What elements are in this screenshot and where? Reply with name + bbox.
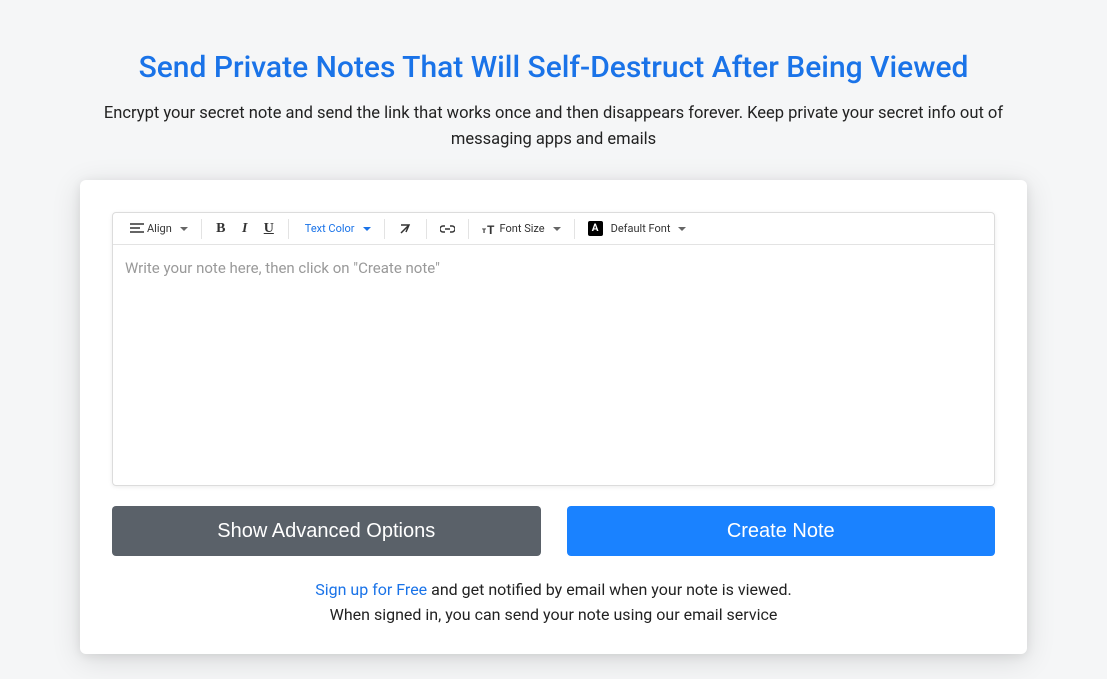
font-size-button[interactable]: тT Font Size bbox=[476, 217, 567, 241]
toolbar-separator bbox=[384, 219, 385, 239]
svg-text:T: T bbox=[487, 223, 495, 235]
editor-card: Align B I U bbox=[80, 180, 1027, 654]
chevron-down-icon bbox=[363, 227, 371, 231]
page-title: Send Private Notes That Will Self-Destru… bbox=[80, 50, 1027, 85]
editor-toolbar: Align B I U bbox=[113, 213, 994, 245]
link-button[interactable] bbox=[434, 217, 461, 241]
chevron-down-icon bbox=[678, 227, 686, 231]
footer-text: Sign up for Free and get notified by ema… bbox=[112, 578, 995, 628]
underline-button[interactable]: U bbox=[257, 217, 281, 241]
align-label: Align bbox=[147, 222, 172, 235]
footer-line-2: When signed in, you can send your note u… bbox=[330, 605, 778, 624]
chevron-down-icon bbox=[180, 227, 188, 231]
font-size-icon: тT bbox=[482, 221, 497, 236]
toolbar-separator bbox=[426, 219, 427, 239]
default-font-button[interactable]: A Default Font bbox=[582, 217, 693, 241]
toolbar-separator bbox=[201, 219, 202, 239]
text-color-label: Text Color bbox=[305, 222, 355, 235]
toolbar-separator bbox=[288, 219, 289, 239]
font-size-label: Font Size bbox=[500, 222, 545, 235]
italic-icon: I bbox=[242, 221, 247, 237]
underline-icon: U bbox=[264, 221, 274, 237]
note-textarea[interactable]: Write your note here, then click on "Cre… bbox=[113, 245, 994, 485]
text-color-button[interactable]: Text Color bbox=[296, 217, 377, 241]
action-row: Show Advanced Options Create Note bbox=[112, 506, 995, 556]
clear-format-icon bbox=[398, 221, 413, 236]
font-badge-icon: A bbox=[588, 221, 603, 236]
clear-formatting-button[interactable] bbox=[392, 217, 419, 241]
toolbar-separator bbox=[574, 219, 575, 239]
toolbar-separator bbox=[468, 219, 469, 239]
italic-button[interactable]: I bbox=[233, 217, 257, 241]
footer-rest-1: and get notified by email when your note… bbox=[427, 580, 792, 599]
bold-icon: B bbox=[216, 221, 225, 237]
show-advanced-button[interactable]: Show Advanced Options bbox=[112, 506, 541, 556]
create-note-button[interactable]: Create Note bbox=[567, 506, 996, 556]
align-button[interactable]: Align bbox=[123, 217, 194, 241]
align-icon bbox=[129, 221, 144, 236]
chevron-down-icon bbox=[553, 227, 561, 231]
page-subtitle: Encrypt your secret note and send the li… bbox=[84, 101, 1024, 152]
bold-button[interactable]: B bbox=[209, 217, 233, 241]
link-icon bbox=[440, 221, 455, 236]
svg-text:т: т bbox=[482, 226, 486, 235]
rich-text-editor: Align B I U bbox=[112, 212, 995, 486]
signup-link[interactable]: Sign up for Free bbox=[315, 580, 427, 599]
default-font-label: Default Font bbox=[611, 222, 671, 235]
